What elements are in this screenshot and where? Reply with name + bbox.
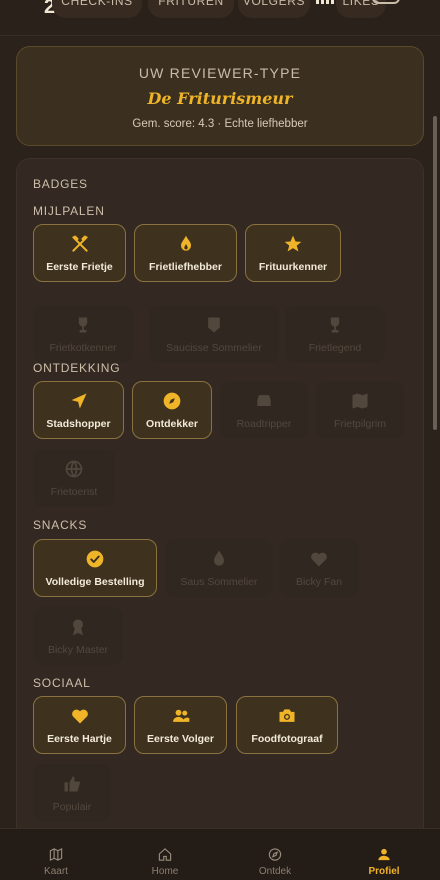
nav-item-home[interactable]: Home [145, 847, 185, 877]
badge-label: Populair [52, 801, 92, 813]
thumbs-up-icon [61, 773, 83, 795]
nav-label: Home [151, 866, 179, 877]
user-icon [378, 848, 390, 861]
star-icon [282, 233, 304, 255]
badge-label: Saucisse Sommelier [166, 342, 262, 354]
navigation-icon [68, 390, 90, 412]
badge-label: Frietliefhebber [149, 261, 222, 273]
reviewer-type-label: UW REVIEWER-TYPE [138, 65, 302, 81]
badge-label: Frietkotkenner [49, 342, 117, 354]
badge-icon [203, 314, 225, 336]
section-title-sociaal: SOCIAAL [33, 676, 91, 690]
camera-icon [276, 705, 298, 727]
heart-icon [69, 705, 91, 727]
badge-label: Ontdekker [146, 418, 198, 430]
badge-stadshopper[interactable]: Stadshopper [33, 381, 124, 439]
stat-label: VOLGERS [242, 0, 306, 8]
map-icon [49, 847, 63, 862]
badge-bicky-fan[interactable]: Bicky Fan [279, 539, 359, 597]
stat-label: FRITUREN [158, 0, 224, 8]
section-title-ontdekking: ONTDEKKING [33, 361, 121, 375]
badge-label: Saus Sommelier [180, 576, 258, 588]
badge-populair[interactable]: Populair [33, 764, 111, 822]
nav-item-ontdek[interactable]: Ontdek [255, 847, 295, 877]
badge-eerste-hartje[interactable]: Eerste Hartje [33, 696, 126, 754]
badges-panel: BADGES MIJLPALEN Eerste Frietje Frietlie… [16, 158, 424, 858]
badge-label: Foodfotograaf [251, 733, 323, 745]
badge-bicky-master[interactable]: Bicky Master [33, 607, 123, 665]
compass-icon [268, 848, 282, 861]
stat-label: CHECK-INS [61, 0, 133, 8]
badge-frietpilgrim[interactable]: Frietpilgrim [316, 381, 404, 439]
toggle-icon[interactable] [372, 0, 400, 4]
car-icon [253, 390, 275, 412]
trophy-icon [324, 314, 346, 336]
reviewer-type-name: De Friturismeur [147, 89, 293, 108]
award-icon [67, 616, 89, 638]
badge-label: Frituurkenner [258, 261, 328, 273]
compass-icon [161, 390, 183, 412]
reviewer-score: Gem. score: 4.3 · Echte liefhebber [132, 118, 308, 130]
badge-label: Eerste Hartje [47, 733, 112, 745]
nav-item-kaart[interactable]: Kaart [36, 847, 76, 877]
flame-icon [175, 233, 197, 255]
badge-label: Frietpilgrim [334, 418, 386, 430]
badge-label: Roadtripper [236, 418, 292, 430]
badge-volledige-bestelling[interactable]: Volledige Bestelling [33, 539, 157, 597]
badge-label: Frietoerist [50, 486, 98, 498]
badge-ontdekker[interactable]: Ontdekker [132, 381, 212, 439]
trophy-icon [72, 314, 94, 336]
badge-eerste-volger[interactable]: Eerste Volger [134, 696, 227, 754]
badge-frietlegend[interactable]: Frietlegend [285, 305, 385, 363]
globe-icon [63, 458, 85, 480]
scrollbar[interactable] [433, 116, 437, 430]
nav-label: Profiel [368, 866, 400, 877]
badge-label: Frietlegend [308, 342, 362, 354]
badge-frietoerist[interactable]: Frietoerist [33, 449, 115, 507]
map-icon [349, 390, 371, 412]
check-circle-icon [84, 548, 106, 570]
users-icon [170, 705, 192, 727]
badge-label: Bicky Fan [295, 576, 343, 588]
reviewer-type-card: UW REVIEWER-TYPE De Friturismeur Gem. sc… [16, 46, 424, 146]
nav-item-profiel[interactable]: Profiel [364, 847, 404, 877]
heart-icon [308, 548, 330, 570]
badge-eerste-frietje[interactable]: Eerste Frietje [33, 224, 126, 282]
badge-roadtripper[interactable]: Roadtripper [220, 381, 308, 439]
utensils-icon [69, 233, 91, 255]
badge-frietliefhebber[interactable]: Frietliefhebber [134, 224, 237, 282]
home-icon [158, 848, 172, 861]
badge-label: Volledige Bestelling [45, 576, 145, 588]
bar-chart-icon [316, 0, 336, 4]
nav-label: Kaart [44, 866, 68, 877]
badge-label: Bicky Master [47, 644, 109, 656]
badge-label: Eerste Volger [147, 733, 214, 745]
badge-label: Stadshopper [46, 418, 111, 430]
badge-label: Eerste Frietje [46, 261, 113, 273]
stat-checkins[interactable]: CHECK-INS [52, 0, 142, 18]
bottom-nav: Kaart Home Ontdek Profiel [0, 828, 440, 880]
badge-frituurkenner[interactable]: Frituurkenner [245, 224, 341, 282]
nav-label: Ontdek [258, 866, 292, 877]
section-title-snacks: SNACKS [33, 518, 88, 532]
stat-frituren[interactable]: FRITUREN [148, 0, 234, 18]
badge-saucisse-sommelier[interactable]: Saucisse Sommelier [149, 305, 279, 363]
stat-volgers[interactable]: VOLGERS [238, 0, 310, 18]
badge-frietkotkenner[interactable]: Frietkotkenner [33, 305, 133, 363]
drop-icon [208, 548, 230, 570]
badge-saus-sommelier[interactable]: Saus Sommelier [165, 539, 273, 597]
badges-title: BADGES [33, 177, 88, 191]
stats-strip: 26 CHECK-INS FRITUREN VOLGERS LIKES [0, 0, 440, 36]
section-title-mijlpalen: MIJLPALEN [33, 204, 105, 218]
badge-foodfotograaf[interactable]: Foodfotograaf [236, 696, 338, 754]
